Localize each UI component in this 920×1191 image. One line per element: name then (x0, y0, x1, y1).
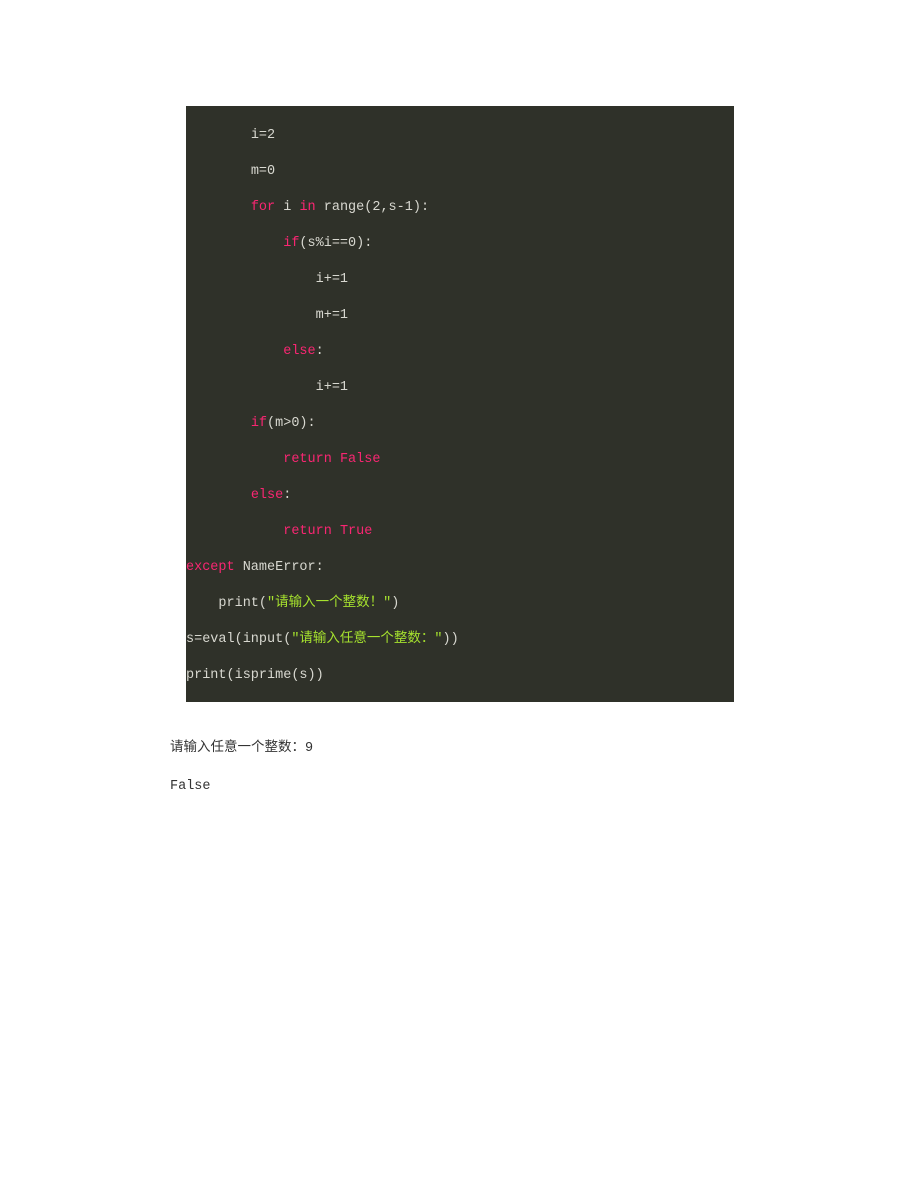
code-token: print( (218, 596, 267, 611)
code-line: i+=1 (186, 262, 734, 298)
code-token: (s%i==0): (299, 236, 372, 251)
code-line: m+=1 (186, 298, 734, 334)
code-token: else (283, 344, 315, 359)
code-line: s=eval(input("请输入任意一个整数：")) (186, 622, 734, 658)
code-token: i+=1 (316, 380, 348, 395)
code-line: if(s%i==0): (186, 226, 734, 262)
code-line: print("请输入一个整数！") (186, 586, 734, 622)
code-token: if (283, 236, 299, 251)
code-line: print(isprime(s)) (186, 658, 734, 694)
code-token: else (251, 488, 283, 503)
code-line: for i in range(2,s-1): (186, 190, 734, 226)
code-block: i=2 m=0 for i in range(2,s-1): if(s%i==0… (186, 106, 734, 702)
output-section: 请输入任意一个整数：9 False (170, 740, 734, 796)
code-token: i=2 (251, 128, 275, 143)
code-token: except (186, 560, 235, 575)
code-line: i+=1 (186, 370, 734, 406)
code-token: m=0 (251, 164, 275, 179)
code-token: )) (443, 632, 459, 647)
code-token: "请输入任意一个整数：" (291, 632, 442, 647)
code-token: "请输入一个整数！" (267, 596, 391, 611)
output-line-1: 请输入任意一个整数：9 (170, 740, 734, 758)
code-line: i=2 (186, 118, 734, 154)
code-token: False (340, 452, 381, 467)
code-line: if(m>0): (186, 406, 734, 442)
code-token: ) (391, 596, 399, 611)
code-line: else: (186, 478, 734, 514)
code-token: m+=1 (316, 308, 348, 323)
code-line: m=0 (186, 154, 734, 190)
code-token: return (283, 452, 332, 467)
code-token: print(isprime(s)) (186, 668, 324, 683)
code-token (332, 524, 340, 539)
code-token: : (316, 344, 324, 359)
code-token: return (283, 524, 332, 539)
code-token: i+=1 (316, 272, 348, 287)
code-token: s=eval(input( (186, 632, 291, 647)
code-token: (m>0): (267, 416, 316, 431)
code-token: True (340, 524, 372, 539)
code-token: if (251, 416, 267, 431)
output-line-2: False (170, 778, 734, 796)
code-token: for (251, 200, 275, 215)
code-line: return False (186, 442, 734, 478)
code-token: in (299, 200, 315, 215)
code-token: NameError: (235, 560, 324, 575)
code-line: except NameError: (186, 550, 734, 586)
code-line: return True (186, 514, 734, 550)
code-token: : (283, 488, 291, 503)
code-token (332, 452, 340, 467)
code-token: range(2,s-1): (316, 200, 429, 215)
code-line: else: (186, 334, 734, 370)
code-token: i (275, 200, 299, 215)
